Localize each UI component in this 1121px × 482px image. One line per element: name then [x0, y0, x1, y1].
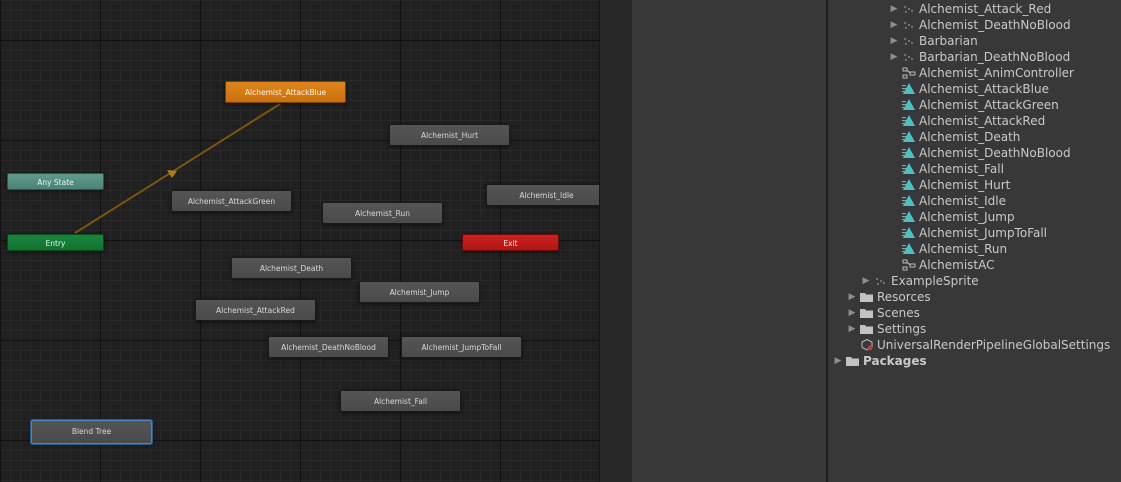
tree-item[interactable]: ▶ Alchemist_Attack_Red	[888, 1, 1052, 17]
folder-icon	[846, 355, 860, 367]
tree-item[interactable]: ▶ ExampleSprite	[860, 273, 979, 289]
sprite-sheet-icon	[902, 3, 916, 15]
expand-arrow-icon[interactable]: ▶	[888, 49, 900, 65]
inspector-panel	[632, 0, 826, 482]
project-tree[interactable]: ▶ Alchemist_Attack_Red ▶ Alchemist_DeathNoB…	[828, 0, 1121, 482]
tree-item-label: Alchemist_AttackGreen	[919, 98, 1059, 112]
animator-controller-icon	[902, 67, 916, 79]
tree-item-label: ExampleSprite	[891, 274, 979, 288]
tree-item-label: Alchemist_DeathNoBlood	[919, 18, 1071, 32]
state-node-blend-tree[interactable]: Blend Tree	[31, 420, 152, 444]
tree-item-label: Alchemist_JumpToFall	[919, 226, 1048, 240]
animation-clip-icon	[902, 115, 916, 127]
animation-clip-icon	[902, 99, 916, 111]
state-node-attack-blue[interactable]: Alchemist_AttackBlue	[225, 81, 346, 103]
sprite-sheet-icon	[874, 275, 888, 287]
tree-item[interactable]: Alchemist_Jump	[888, 209, 1015, 225]
tree-item-label: Alchemist_Death	[919, 130, 1021, 144]
state-node-death-no-blood[interactable]: Alchemist_DeathNoBlood	[268, 336, 389, 358]
tree-item[interactable]: ▶ Packages	[832, 353, 927, 369]
tree-item[interactable]: ▶ Resorces	[846, 289, 931, 305]
tree-item-label: Settings	[877, 322, 927, 336]
tree-item[interactable]: ▶ Barbarian_DeathNoBlood	[888, 49, 1071, 65]
tree-item[interactable]: Alchemist_Fall	[888, 161, 1004, 177]
tree-item-label: Scenes	[877, 306, 920, 320]
transition-arrow-icon	[167, 170, 177, 178]
expand-arrow-icon[interactable]: ▶	[846, 305, 858, 321]
state-node-attack-green[interactable]: Alchemist_AttackGreen	[171, 190, 292, 212]
expand-arrow-icon[interactable]: ▶	[846, 321, 858, 337]
tree-item[interactable]: Alchemist_AttackBlue	[888, 81, 1049, 97]
tree-item[interactable]: Alchemist_AttackGreen	[888, 97, 1059, 113]
tree-item[interactable]: ▶ Scenes	[846, 305, 920, 321]
tree-item-label: Alchemist_Fall	[919, 162, 1004, 176]
expand-arrow-icon[interactable]: ▶	[846, 289, 858, 305]
tree-item-label: Alchemist_Jump	[919, 210, 1015, 224]
state-node-idle[interactable]: Alchemist_Idle	[486, 184, 599, 206]
animation-clip-icon	[902, 243, 916, 255]
tree-item-label: AlchemistAC	[919, 258, 995, 272]
animation-clip-icon	[902, 147, 916, 159]
entry-node[interactable]: Entry	[7, 234, 104, 251]
tree-item-label: Alchemist_Hurt	[919, 178, 1011, 192]
tree-item[interactable]: Alchemist_Idle	[888, 193, 1006, 209]
folder-icon	[860, 291, 874, 303]
expand-arrow-icon[interactable]: ▶	[860, 273, 872, 289]
animation-clip-icon	[902, 83, 916, 95]
state-node-jump[interactable]: Alchemist_Jump	[359, 281, 480, 303]
tree-item-label: Alchemist_Run	[919, 242, 1008, 256]
animation-clip-icon	[902, 163, 916, 175]
sprite-sheet-icon	[902, 51, 916, 63]
sprite-sheet-icon	[902, 19, 916, 31]
any-state-node[interactable]: Any State	[7, 173, 104, 190]
tree-item-label: Alchemist_AttackRed	[919, 114, 1046, 128]
state-node-death[interactable]: Alchemist_Death	[231, 257, 352, 279]
tree-item-label: Alchemist_Attack_Red	[919, 2, 1052, 16]
tree-item-label: Alchemist_AnimController	[919, 66, 1074, 80]
tree-item-label: Alchemist_Idle	[919, 194, 1006, 208]
tree-item-label: Alchemist_DeathNoBlood	[919, 146, 1071, 160]
tree-item[interactable]: ▶ Barbarian	[888, 33, 978, 49]
animation-clip-icon	[902, 179, 916, 191]
tree-item[interactable]: Alchemist_Run	[888, 241, 1007, 257]
exit-node[interactable]: Exit	[462, 234, 559, 251]
tree-item[interactable]: AlchemistAC	[888, 257, 995, 273]
tree-item-label: Barbarian	[919, 34, 978, 48]
tree-item[interactable]: Alchemist_DeathNoBlood	[888, 145, 1071, 161]
animator-controller-icon	[902, 259, 916, 271]
state-node-fall[interactable]: Alchemist_Fall	[340, 390, 461, 412]
state-node-hurt[interactable]: Alchemist_Hurt	[389, 124, 510, 146]
expand-arrow-icon[interactable]: ▶	[888, 17, 900, 33]
animation-clip-icon	[902, 131, 916, 143]
expand-arrow-icon[interactable]: ▶	[888, 1, 900, 17]
tree-item[interactable]: UniversalRenderPipelineGlobalSettings	[846, 337, 1110, 353]
tree-item-label: Barbarian_DeathNoBlood	[919, 50, 1071, 64]
tree-item[interactable]: Alchemist_JumpToFall	[888, 225, 1047, 241]
tree-item[interactable]: Alchemist_AttackRed	[888, 113, 1045, 129]
tree-item[interactable]: Alchemist_Death	[888, 129, 1020, 145]
animation-clip-icon	[902, 227, 916, 239]
folder-icon	[860, 323, 874, 335]
tree-item-label: Resorces	[877, 290, 931, 304]
animation-clip-icon	[902, 195, 916, 207]
tree-item[interactable]: ▶ Settings	[846, 321, 927, 337]
tree-item[interactable]: ▶ Alchemist_DeathNoBlood	[888, 17, 1071, 33]
tree-item-label: Packages	[863, 354, 927, 368]
transition-entry-to-attackblue[interactable]	[74, 103, 281, 234]
tree-item[interactable]: Alchemist_AnimController	[888, 65, 1074, 81]
expand-arrow-icon[interactable]: ▶	[832, 353, 844, 369]
panel-gutter	[600, 0, 632, 482]
animation-clip-icon	[902, 211, 916, 223]
tree-item-label: UniversalRenderPipelineGlobalSettings	[877, 338, 1111, 352]
tree-item[interactable]: Alchemist_Hurt	[888, 177, 1010, 193]
animator-graph-canvas[interactable]: Alchemist_AttackBlue Alchemist_Hurt Alch…	[0, 0, 599, 482]
state-node-jump-to-fall[interactable]: Alchemist_JumpToFall	[401, 336, 522, 358]
state-node-run[interactable]: Alchemist_Run	[322, 202, 443, 224]
expand-arrow-icon[interactable]: ▶	[888, 33, 900, 49]
sprite-sheet-icon	[902, 35, 916, 47]
folder-icon	[860, 307, 874, 319]
tree-item-label: Alchemist_AttackBlue	[919, 82, 1049, 96]
state-node-attack-red[interactable]: Alchemist_AttackRed	[195, 299, 316, 321]
render-pipeline-settings-icon	[860, 338, 874, 351]
